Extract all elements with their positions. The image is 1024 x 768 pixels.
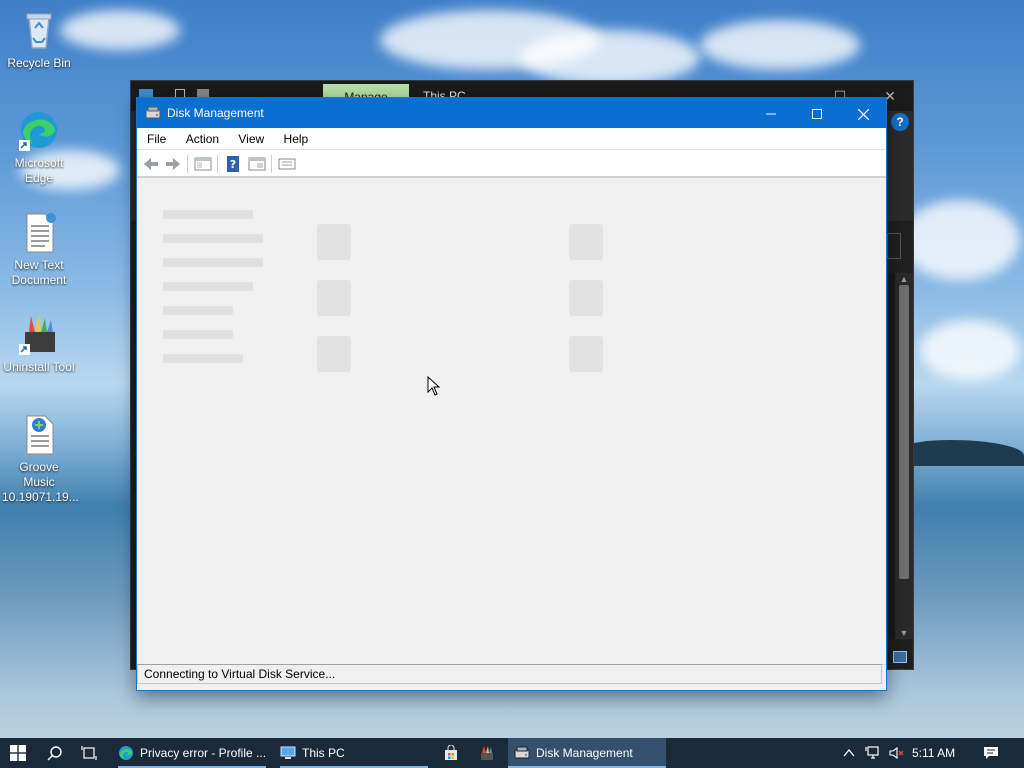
clock[interactable]: 5:11 AM [912,738,955,768]
network-icon [865,746,879,759]
taskbar-pinned-store[interactable] [436,738,466,768]
show-hidden-icons-button[interactable] [838,738,860,768]
desktop-icon-label: Recycle Bin [7,56,71,70]
store-bag-icon [445,745,457,760]
status-text: Connecting to Virtual Disk Service... [137,664,882,684]
menu-bar: File Action View Help [137,128,886,150]
taskbar-app-disk-management[interactable]: Disk Management [508,738,666,768]
desktop-icon-new-text-document[interactable]: New Text Document [0,210,78,288]
maximize-button[interactable] [794,98,840,128]
disk-management-titlebar[interactable]: Disk Management [137,98,886,128]
taskbar-pinned-uninstall-tool[interactable] [472,738,502,768]
uninstall-tool-icon [481,746,493,760]
network-button[interactable] [862,738,884,768]
desktop-icon-label: Uninstall Tool [3,360,75,374]
uninstall-tool-icon [17,312,61,356]
edge-icon [17,108,61,152]
taskbar: Privacy error - Profile ... This PC Disk… [0,738,1024,768]
volume-muted-icon [889,746,904,760]
volume-button[interactable] [886,738,908,768]
menu-help[interactable]: Help [274,128,315,150]
close-icon [857,108,869,121]
back-arrow-icon[interactable] [141,154,161,174]
search-box[interactable] [887,233,901,259]
taskbar-app-edge[interactable]: Privacy error - Profile ... [112,738,272,768]
refresh-view-icon[interactable] [247,154,267,174]
windows-logo-icon [10,745,26,761]
minimize-icon [766,113,776,115]
help-book-icon[interactable]: ? [223,154,243,174]
menu-view[interactable]: View [228,128,270,150]
action-center-button[interactable] [976,738,1006,768]
help-icon[interactable]: ? [891,113,909,131]
show-hide-console-tree-icon[interactable] [193,154,213,174]
groove-music-file-icon [17,412,61,456]
recycle-bin-icon [17,8,61,52]
desktop-icon-label: New Text Document [11,258,67,287]
close-button[interactable] [840,98,886,128]
scroll-down-arrow-icon[interactable]: ▼ [895,627,913,639]
desktop-icon-groove-music[interactable]: Groove Music 10.19071.19... [0,412,79,505]
taskbar-app-label: This PC [302,746,345,760]
text-document-icon [17,210,61,254]
task-view-icon [81,746,97,760]
status-bar: Connecting to Virtual Disk Service... [137,664,886,690]
notifications-icon [984,747,998,759]
desktop-icon-uninstall-tool[interactable]: Uninstall Tool [0,312,78,375]
window-title: Disk Management [167,106,264,120]
taskbar-app-label: Disk Management [536,746,633,760]
mouse-cursor-icon [427,376,441,396]
start-button[interactable] [0,738,36,768]
details-view-icon[interactable] [893,651,907,663]
this-pc-icon [280,746,296,759]
disk-management-window[interactable]: Disk Management File Action View Help ? [136,97,887,691]
taskbar-app-this-pc[interactable]: This PC [274,738,434,768]
forward-arrow-icon[interactable] [163,154,183,174]
properties-list-icon[interactable] [277,154,297,174]
loading-placeholder [137,180,886,664]
desktop-icon-edge[interactable]: Microsoft Edge [0,108,78,186]
menu-file[interactable]: File [137,128,172,150]
disk-management-icon [514,746,530,759]
chevron-up-icon [843,748,855,757]
minimize-button[interactable] [748,98,794,128]
disk-management-icon [145,105,161,121]
edge-icon [119,746,133,760]
task-view-button[interactable] [72,738,106,768]
menu-action[interactable]: Action [176,128,225,150]
disk-management-content [137,180,886,664]
explorer-scrollbar[interactable]: ▲ ▼ [895,273,913,639]
scroll-up-arrow-icon[interactable]: ▲ [895,273,913,285]
desktop-icon-label: Microsoft Edge [14,156,64,185]
toolbar: ? [137,150,886,178]
maximize-icon [812,109,822,120]
taskbar-app-label: Privacy error - Profile ... [140,746,267,760]
desktop-icon-recycle-bin[interactable]: Recycle Bin [0,8,78,71]
search-icon [47,746,62,761]
scrollbar-thumb[interactable] [899,285,909,579]
svg-text:?: ? [230,158,236,171]
desktop-icon-label: Groove Music 10.19071.19... [2,460,79,504]
search-button[interactable] [38,738,72,768]
